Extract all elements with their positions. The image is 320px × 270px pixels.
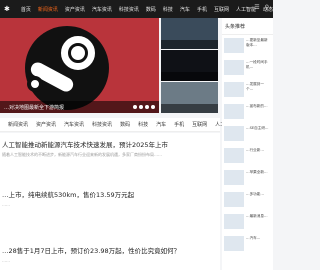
nav-right-icons: ☰ ⚲ <box>254 4 269 11</box>
category-tab[interactable]: 汽车 <box>156 121 166 128</box>
sidebar-item-text[interactable]: …多功能… <box>246 192 264 207</box>
nav-item[interactable]: 新闻资讯 <box>38 6 58 13</box>
nav-item[interactable]: 互联网 <box>214 6 229 13</box>
sidebar-item-text[interactable]: …发展到一个… <box>246 82 271 97</box>
nav-item[interactable]: 汽车资讯 <box>92 6 112 13</box>
nav-item[interactable]: 科技资讯 <box>119 6 139 13</box>
carousel-dot[interactable] <box>145 105 149 109</box>
sidebar-thumbnail <box>224 214 244 229</box>
nav-item[interactable]: 数码 <box>146 6 156 13</box>
article-description: …… <box>2 202 10 207</box>
side-image-top[interactable] <box>161 18 218 49</box>
hero-carousel[interactable]: …对决地图最新全下游简报 <box>0 18 159 113</box>
menu-icon[interactable]: ☰ <box>254 4 259 11</box>
sidebar-item-text[interactable]: …最新消息… <box>246 214 268 229</box>
nav-item[interactable]: 资产资讯 <box>65 6 85 13</box>
article-item[interactable]: …上市，纯电续航530km，售价13.59万元起 …… <box>0 189 220 207</box>
carousel-dots[interactable] <box>133 105 155 109</box>
side-image-label <box>161 104 218 113</box>
sidebar-item[interactable]: …最新消息… <box>222 211 273 233</box>
nav-item[interactable]: 科技 <box>163 6 173 13</box>
category-tab[interactable]: 手机 <box>174 121 184 128</box>
side-image-label <box>161 72 218 81</box>
sidebar-item[interactable]: …宣布新的… <box>222 101 273 123</box>
sidebar-thumbnail <box>224 170 244 185</box>
recommend-sidebar: 头条推荐 …更新至最新版本… …一段时间手机… …发展到一个… …宣布新的… …SE自主… <box>222 18 273 270</box>
article-title[interactable]: …上市，纯电续航530km，售价13.59万元起 <box>0 189 220 199</box>
category-tabs: 新闻资讯 资产资讯 汽车资讯 科技资讯 数码 科技 汽车 手机 互联网 人工 <box>0 118 225 132</box>
sidebar-item[interactable]: …发展到一个… <box>222 79 273 101</box>
category-tab[interactable]: 汽车资讯 <box>64 121 84 128</box>
sidebar-item-text[interactable]: …SE自主研… <box>246 126 269 141</box>
category-tab[interactable]: 科技资讯 <box>92 121 112 128</box>
article-description: 随着人工智能技术的不断进步，新能源汽车行业迎来新的发展机遇，多家厂商纷纷布局…… <box>2 152 162 157</box>
sidebar-item[interactable]: …汽车… <box>222 233 273 255</box>
sidebar-thumbnail <box>224 236 244 251</box>
side-image-label <box>161 40 218 49</box>
sidebar-item[interactable]: …一段时间手机… <box>222 57 273 79</box>
nav-item[interactable]: 手机 <box>197 6 207 13</box>
nav-item[interactable]: 人工智能 <box>236 6 256 13</box>
sidebar-item[interactable]: …更新至最新版本… <box>222 35 273 57</box>
sidebar-item-text[interactable]: …一段时间手机… <box>246 60 271 75</box>
sidebar-item[interactable]: …苹果全新… <box>222 167 273 189</box>
steam-logo-image <box>25 26 109 110</box>
sidebar-item-text[interactable]: …宣布新的… <box>246 104 268 119</box>
sidebar-thumbnail <box>224 192 244 207</box>
article-title[interactable]: 人工智能推动新能源汽车技术快速发展，预计2025年上市 <box>0 139 220 149</box>
nav-item[interactable]: 首页 <box>21 6 31 13</box>
sidebar-item[interactable]: …SE自主研… <box>222 123 273 145</box>
carousel-dot[interactable] <box>139 105 143 109</box>
article-title[interactable]: …28售于1月7日上市，预订价23.98万起，性价比究竟如何？ <box>0 245 220 255</box>
category-tab[interactable]: 数码 <box>120 121 130 128</box>
category-tab[interactable]: 新闻资讯 <box>8 121 28 128</box>
sidebar-thumbnail <box>224 126 244 141</box>
article-description: …… <box>2 258 10 263</box>
category-tab[interactable]: 科技 <box>138 121 148 128</box>
sidebar-thumbnail <box>224 38 244 53</box>
sidebar-item-text[interactable]: …行业新… <box>246 148 264 163</box>
category-tab[interactable]: 资产资讯 <box>36 121 56 128</box>
main-nav: 首页 新闻资讯 资产资讯 汽车资讯 科技资讯 数码 科技 汽车 手机 互联网 人工智能 动态 <box>14 6 273 13</box>
sidebar-heading: 头条推荐 <box>222 18 273 35</box>
sidebar-item-text[interactable]: …更新至最新版本… <box>246 38 271 53</box>
article-feed: 人工智能推动新能源汽车技术快速发展，预计2025年上市 随着人工智能技术的不断进… <box>0 133 220 270</box>
side-image-bottom[interactable] <box>161 82 218 113</box>
search-icon[interactable]: ⚲ <box>265 4 269 11</box>
article-item[interactable]: …28售于1月7日上市，预订价23.98万起，性价比究竟如何？ …… <box>0 245 220 263</box>
sidebar-thumbnail <box>224 104 244 119</box>
site-logo[interactable]: ✱ <box>0 0 14 18</box>
carousel-dot[interactable] <box>133 105 137 109</box>
carousel-dot[interactable] <box>151 105 155 109</box>
side-image-middle[interactable] <box>161 50 218 81</box>
sidebar-item[interactable]: …行业新… <box>222 145 273 167</box>
sidebar-thumbnail <box>224 148 244 163</box>
article-item[interactable]: 人工智能推动新能源汽车技术快速发展，预计2025年上市 随着人工智能技术的不断进… <box>0 139 220 158</box>
sidebar-item[interactable]: …多功能… <box>222 189 273 211</box>
sidebar-item-text[interactable]: …苹果全新… <box>246 170 268 185</box>
sidebar-thumbnail <box>224 82 244 97</box>
category-tab[interactable]: 互联网 <box>192 121 207 128</box>
sidebar-thumbnail <box>224 60 244 75</box>
sidebar-item-text[interactable]: …汽车… <box>246 236 260 251</box>
top-navbar: ✱ 首页 新闻资讯 资产资讯 汽车资讯 科技资讯 数码 科技 汽车 手机 互联网 人工智能 动态 ☰ … <box>0 0 273 18</box>
nav-item[interactable]: 汽车 <box>180 6 190 13</box>
